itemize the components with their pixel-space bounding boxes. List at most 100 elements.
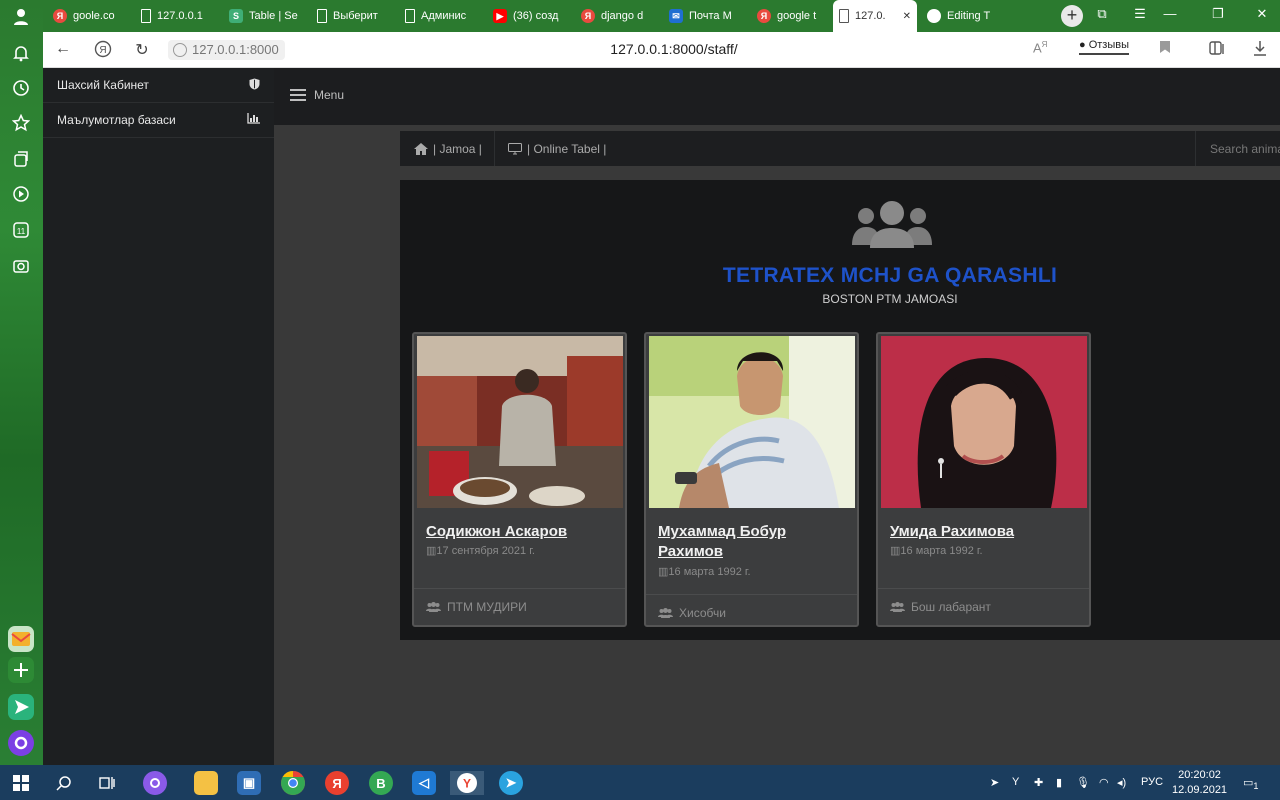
page-icon (405, 9, 415, 23)
tab-label: 127.0.0.1 (157, 10, 203, 22)
staff-card[interactable]: Мухаммад Бобур Рахимов ▥16 марта 1992 г.… (644, 332, 859, 627)
star-icon[interactable] (11, 113, 31, 134)
telegram-tray-icon[interactable]: ➤ (990, 776, 999, 789)
staff-name-link[interactable]: Умида Рахимова (890, 522, 1080, 542)
clock[interactable]: 20:20:02 12.09.2021 (1172, 768, 1227, 798)
restore-icon[interactable]: ❐ (1208, 6, 1228, 22)
hamburger-icon (290, 89, 306, 101)
chrome-profile-icon[interactable]: B (369, 771, 393, 795)
home-icon (414, 143, 428, 155)
page-icon (317, 9, 327, 23)
yandex-browser-active-icon[interactable]: Y (450, 771, 484, 795)
microphone-icon[interactable]: 🎙 (1076, 776, 1090, 789)
wifi-icon[interactable]: ◠ (1099, 776, 1109, 789)
notifications-icon[interactable]: ▭1 (1243, 776, 1259, 791)
bookmark-icon[interactable] (1159, 40, 1171, 57)
language-indicator[interactable]: РУС (1141, 776, 1163, 788)
staff-date: ▥16 марта 1992 г. (890, 545, 983, 557)
new-tab-button[interactable]: + (1061, 5, 1083, 27)
add-app-icon[interactable] (8, 657, 34, 683)
yandex-tray-icon[interactable]: Y (1012, 776, 1019, 788)
staff-role: Хисобчи (658, 606, 726, 620)
download-icon[interactable] (1253, 40, 1267, 59)
translate-icon[interactable]: AЯ (1033, 40, 1047, 55)
play-icon[interactable] (11, 185, 31, 205)
users-icon (426, 602, 441, 612)
history-icon[interactable] (11, 79, 31, 99)
task-view-icon[interactable] (95, 771, 119, 795)
staff-name-link[interactable]: Содикжон Аскаров (426, 522, 616, 542)
collections-icon[interactable] (11, 150, 31, 170)
tabs-overview-icon[interactable]: ⧉ (1092, 6, 1112, 22)
calendar-icon[interactable]: 11 (11, 221, 31, 241)
browser-tab[interactable]: 127.0.0.1 (135, 4, 219, 28)
alice-icon[interactable] (8, 730, 34, 756)
desktop-icon (508, 143, 522, 155)
browser-menu-icon[interactable]: ☰ (1130, 6, 1150, 22)
menu-button[interactable]: Menu (290, 88, 344, 102)
file-explorer-icon[interactable] (194, 771, 218, 795)
sidebar-item-cabinet[interactable]: Шахсий Кабинет (43, 68, 274, 103)
telegram-icon[interactable]: ➤ (499, 771, 523, 795)
tab-label: (36) созд (513, 10, 559, 22)
yandex-icon: Я (581, 9, 595, 23)
staff-photo (881, 336, 1087, 508)
app-mail-icon[interactable] (8, 626, 34, 652)
chrome-icon[interactable] (281, 771, 305, 795)
browser-tab[interactable]: Яgoole.co (47, 4, 131, 28)
browser-tab[interactable]: Яgoogle t (751, 4, 831, 28)
reading-list-icon[interactable] (1209, 40, 1227, 59)
browser-sidepanel: 11 (0, 0, 43, 765)
svg-text:11: 11 (17, 227, 26, 236)
sidebar-item-database[interactable]: Маълумотлар базаси (43, 103, 274, 138)
browser-tab[interactable]: Яdjango d (575, 4, 659, 28)
nav-jamoa[interactable]: | Jamoa | (414, 142, 482, 156)
staff-date: ▥17 сентября 2021 г. (426, 545, 535, 557)
tab-label: Выберит (333, 10, 378, 22)
tab-label: goole.co (73, 10, 115, 22)
app-messenger-icon[interactable] (8, 694, 34, 720)
web-page: Шахсий Кабинет Маълумотлар базаси Menu |… (43, 68, 1280, 765)
organization-title: TETRATEX MCHJ GA QARASHLI (722, 264, 1058, 287)
store-icon[interactable]: ▣ (237, 771, 261, 795)
browser-tab[interactable]: Editing T (921, 4, 1005, 28)
team-panel: TETRATEX MCHJ GA QARASHLI BOSTON PTM JAM… (400, 180, 1280, 640)
browser-tab[interactable]: S Table | Se (223, 4, 307, 28)
windows-start-icon[interactable] (9, 771, 33, 795)
bell-icon[interactable] (11, 44, 31, 64)
tab-label: Почта М (689, 10, 732, 22)
card-divider (878, 588, 1089, 589)
nav-online-tabel[interactable]: | Online Tabel | (508, 142, 606, 156)
minimize-icon[interactable]: — (1160, 6, 1180, 21)
screenshot-icon[interactable] (11, 257, 31, 277)
close-window-icon[interactable]: ✕ (1252, 6, 1272, 22)
close-tab-icon[interactable]: ✕ (903, 11, 911, 22)
browser-tab[interactable]: ✉ Почта М (663, 4, 747, 28)
search-input[interactable]: Search anima (1210, 142, 1280, 156)
organization-subtitle: BOSTON PTM JAMOASI (822, 292, 958, 306)
staff-name-link[interactable]: Мухаммад Бобур Рахимов (658, 522, 848, 562)
staff-photo (649, 336, 855, 508)
card-divider (414, 588, 625, 589)
volume-icon[interactable]: ◂) (1117, 776, 1126, 789)
browser-tab[interactable]: Админис (399, 4, 483, 28)
staff-card[interactable]: Содикжон Аскаров ▥17 сентября 2021 г. ПТ… (412, 332, 627, 627)
plugin-tray-icon[interactable]: ✚ (1034, 776, 1043, 789)
yandex-taskbar-icon[interactable]: Я (325, 771, 349, 795)
sidebar: Шахсий Кабинет Маълумотлар базаси (43, 68, 274, 765)
staff-card[interactable]: Умида Рахимова ▥16 марта 1992 г. Бош лаб… (876, 332, 1091, 627)
vscode-icon[interactable]: ◁ (412, 771, 436, 795)
usb-tray-icon[interactable]: ▮ (1056, 776, 1062, 789)
browser-tab[interactable]: ▶ (36) созд (487, 4, 571, 28)
github-icon (927, 9, 941, 23)
birthday-cake-icon: ▥ (890, 545, 901, 557)
search-icon[interactable] (52, 771, 76, 795)
browser-tab[interactable]: 127.0. ✕ (833, 0, 917, 32)
profile-icon[interactable] (11, 8, 31, 28)
feedback-button[interactable]: ● Отзывы (1079, 39, 1129, 55)
yandex-icon: Я (757, 9, 771, 23)
browser-tab[interactable]: Выберит (311, 4, 395, 28)
tab-strip: Яgoole.co 127.0.0.1 S Table | Se Выберит Адми… (43, 0, 1280, 32)
top-navbar: Menu (274, 68, 1280, 125)
alice-taskbar-icon[interactable] (143, 771, 167, 795)
